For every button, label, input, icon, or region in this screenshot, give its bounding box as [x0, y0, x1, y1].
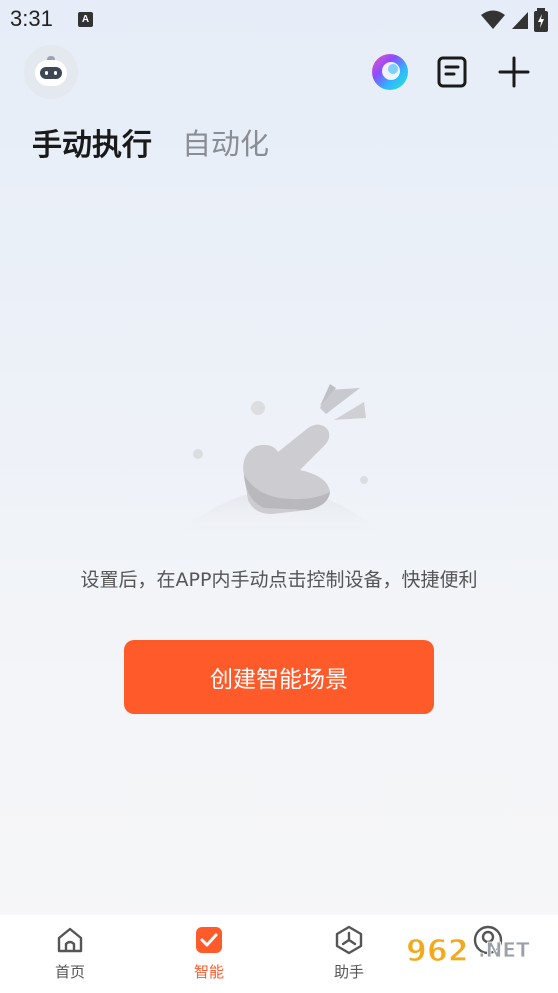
assistant-icon — [335, 925, 363, 955]
nav-label-smart: 智能 — [193, 963, 224, 981]
robot-avatar-icon — [35, 56, 67, 86]
tab-manual[interactable]: 手动执行 — [32, 120, 152, 164]
nav-item-assistant[interactable]: 助手 — [309, 925, 389, 982]
nav-label-assistant: 助手 — [333, 963, 364, 981]
plus-icon — [498, 56, 530, 88]
create-smart-scene-label: 创建智能场景 — [210, 667, 348, 693]
watermark-brand: 962 — [406, 934, 469, 969]
signal-icon — [512, 12, 528, 29]
ai-orb-button[interactable] — [370, 52, 410, 92]
create-smart-scene-button[interactable]: 创建智能场景 — [124, 640, 434, 714]
ai-orb-icon — [372, 54, 408, 90]
status-icons — [480, 8, 548, 32]
watermark-sub: 乐游网 — [470, 964, 524, 986]
empty-state-text: 设置后，在APP内手动点击控制设备，快捷便利 — [80, 569, 478, 591]
add-scene-button[interactable] — [494, 52, 534, 92]
log-icon — [437, 56, 467, 88]
notification-a-icon: A — [78, 12, 93, 27]
home-icon — [57, 927, 83, 953]
battery-icon — [534, 8, 548, 32]
nav-item-home[interactable]: 首页 — [30, 925, 110, 982]
smart-check-icon — [196, 927, 222, 953]
watermark-suffix: .NET — [478, 938, 530, 962]
nav-label-home: 首页 — [54, 963, 85, 981]
status-time: 3:31 — [10, 6, 53, 31]
user-avatar[interactable] — [24, 45, 78, 99]
tab-automation[interactable]: 自动化 — [182, 121, 269, 163]
wifi-icon — [481, 10, 505, 29]
nav-item-smart[interactable]: 智能 — [169, 925, 249, 982]
status-bar: 3:31 A — [0, 0, 558, 40]
tap-hand-illustration — [170, 384, 390, 540]
site-watermark: 962 .NET 乐游网 — [405, 933, 530, 986]
log-button[interactable] — [432, 52, 472, 92]
